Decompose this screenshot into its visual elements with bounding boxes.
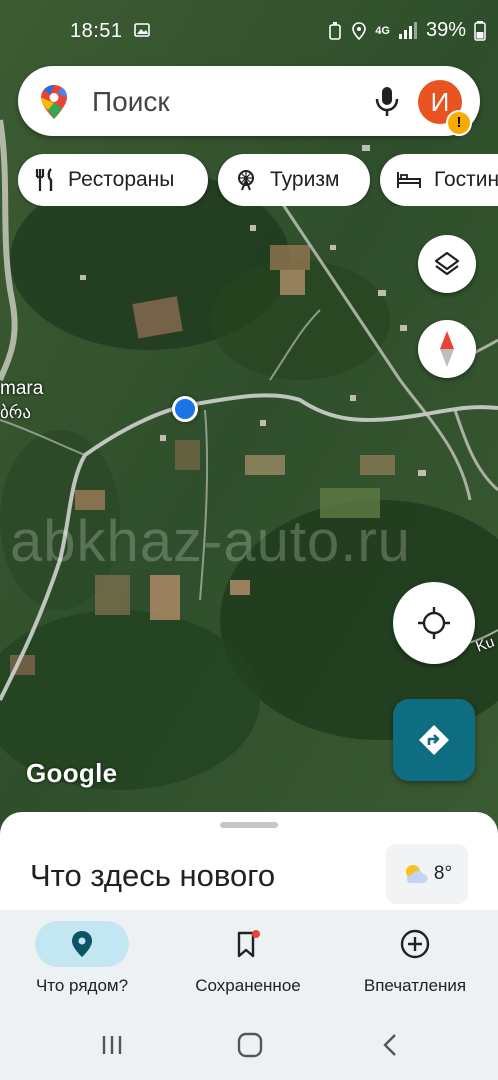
place-label: mara <box>0 378 44 399</box>
layers-icon <box>434 251 460 276</box>
system-navigation-bar <box>0 1010 498 1080</box>
network-type: 4G <box>375 24 390 37</box>
directions-icon <box>419 725 449 755</box>
nav-label: Что рядом? <box>35 976 129 995</box>
drag-handle[interactable] <box>220 822 278 828</box>
battery-percent: 39% <box>425 19 466 41</box>
nav-contribute[interactable]: Впечатления <box>335 910 495 1010</box>
gallery-notification-icon <box>134 23 150 37</box>
compass-button[interactable] <box>418 320 476 378</box>
bed-icon <box>397 172 421 188</box>
fork-knife-icon <box>35 168 53 191</box>
layers-button[interactable] <box>418 235 476 293</box>
temperature: 8° <box>433 863 453 884</box>
compass-icon <box>440 331 454 367</box>
recent-apps-button[interactable] <box>92 1030 132 1060</box>
nav-explore[interactable]: Что рядом? <box>2 910 162 1010</box>
chip-label: Гостин <box>434 168 498 191</box>
home-icon <box>237 1032 263 1058</box>
bookmark-icon <box>237 930 260 958</box>
google-maps-logo-icon <box>41 85 67 119</box>
nav-saved[interactable]: Сохраненное <box>168 910 328 1010</box>
chip-tourism[interactable]: Туризм <box>218 154 370 206</box>
search-bar[interactable]: И ! <box>18 66 480 136</box>
nav-label: Впечатления <box>363 976 467 995</box>
current-location-dot <box>172 396 198 422</box>
status-bar: 18:51 4G 39% <box>0 0 498 62</box>
sheet-title: Что здесь нового <box>30 858 276 893</box>
location-pin-icon <box>72 931 92 957</box>
my-location-button[interactable] <box>393 582 475 664</box>
home-button[interactable] <box>230 1030 270 1060</box>
add-circle-icon <box>400 929 430 959</box>
signal-icon <box>398 21 417 39</box>
status-indicators: 4G 39% <box>327 19 486 42</box>
partly-cloudy-icon <box>405 865 428 883</box>
watermark: abkhaz-auto.ru <box>10 509 411 574</box>
warning-badge-icon: ! <box>446 110 472 136</box>
google-logo: Google <box>26 758 118 788</box>
chip-hotels[interactable]: Гостин <box>380 154 498 206</box>
bottom-navigation: Что рядом? Сохраненное Впечатления <box>0 910 498 1010</box>
nav-icon-wrapper <box>201 921 295 967</box>
status-time: 18:51 <box>70 20 123 42</box>
nav-label: Сохраненное <box>195 976 301 995</box>
ferris-wheel-icon <box>238 170 254 191</box>
chip-label: Туризм <box>270 168 340 191</box>
place-label-georgian: ბრა <box>0 403 31 422</box>
chip-restaurants[interactable]: Рестораны <box>18 154 208 206</box>
category-chips: Рестораны Туризм Гостин <box>18 154 498 206</box>
directions-button[interactable] <box>393 699 475 781</box>
back-icon <box>383 1034 396 1056</box>
search-input[interactable] <box>90 80 344 124</box>
back-button[interactable] <box>370 1030 410 1060</box>
recycle-icon <box>329 21 342 40</box>
recent-apps-icon <box>102 1036 122 1054</box>
microphone-icon[interactable] <box>370 84 404 118</box>
battery-icon <box>474 20 486 41</box>
crosshair-icon <box>418 607 450 639</box>
weather-chip[interactable]: 8° <box>386 844 468 904</box>
chip-label: Рестораны <box>68 168 175 191</box>
location-status-icon <box>352 21 367 40</box>
nav-active-indicator <box>35 921 129 967</box>
nav-icon-wrapper <box>368 921 462 967</box>
